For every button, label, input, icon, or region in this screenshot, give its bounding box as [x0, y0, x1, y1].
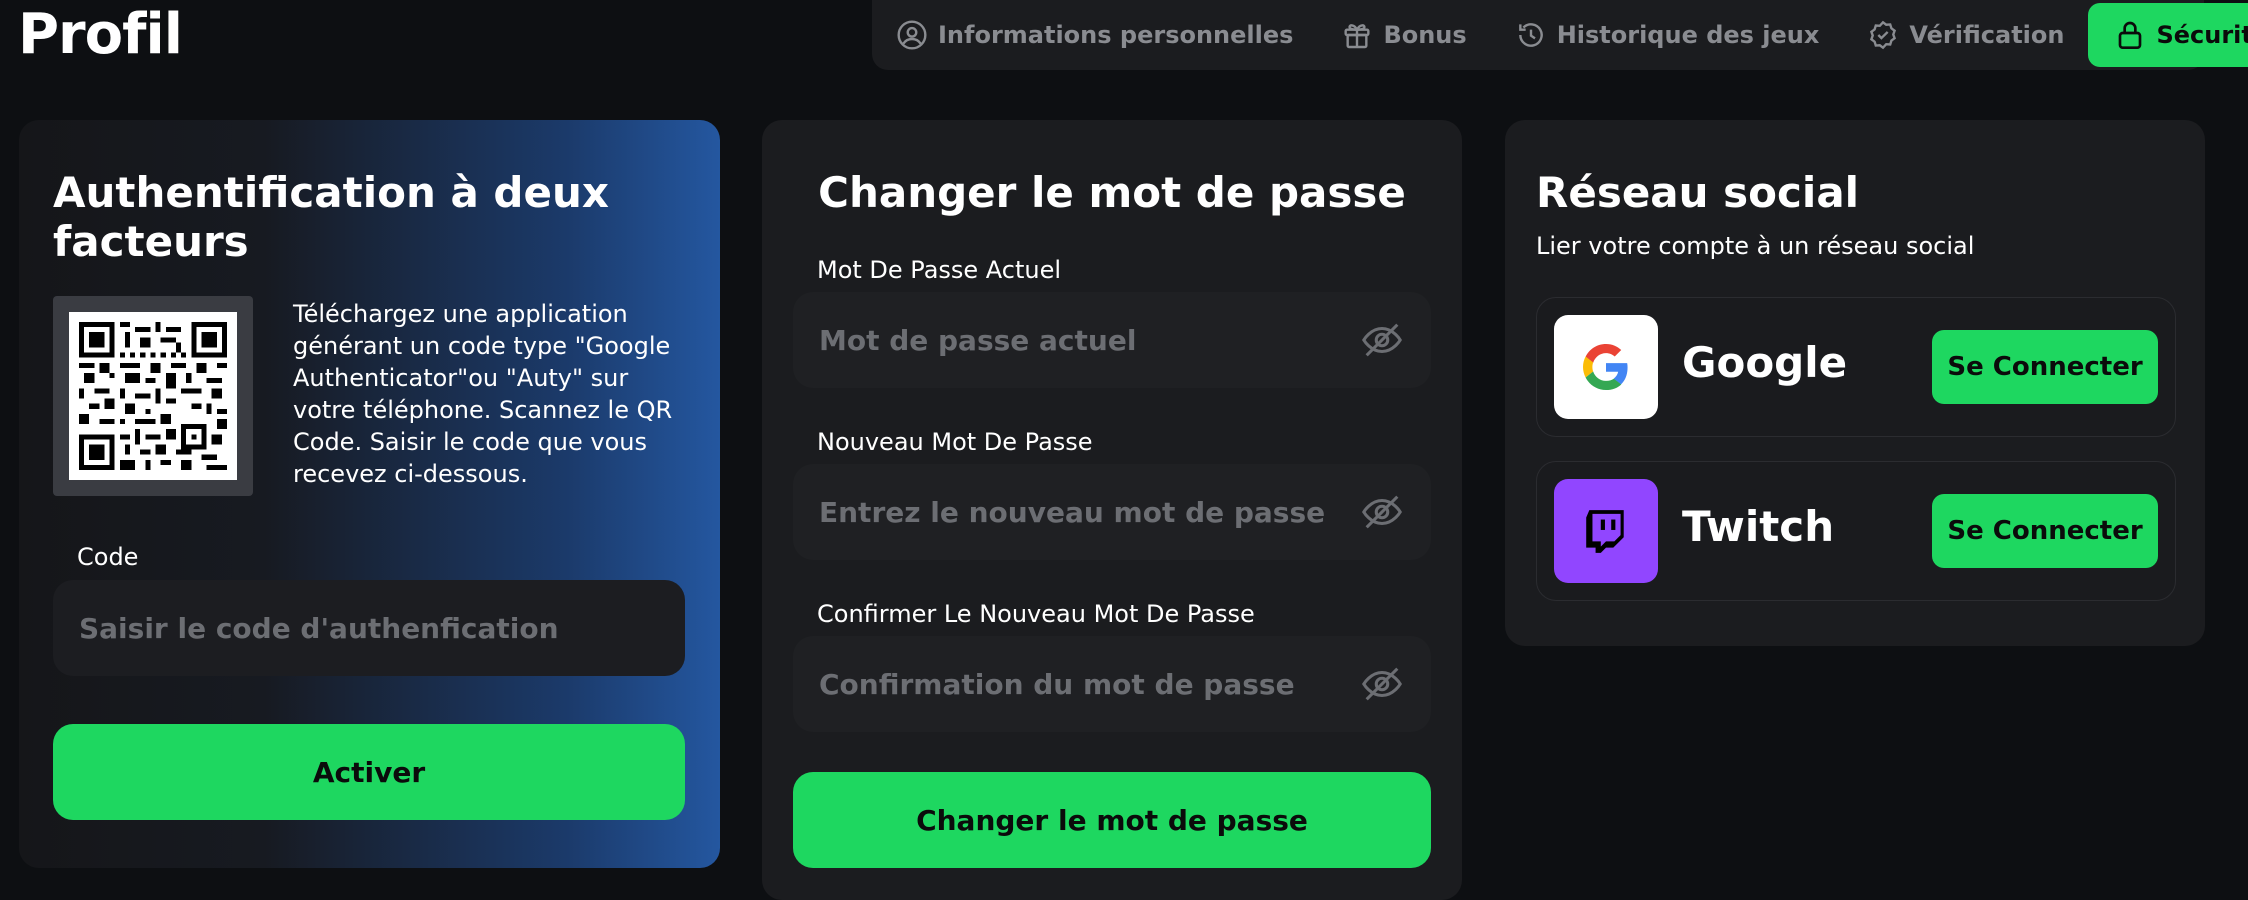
tab-verification[interactable]: Vérification — [1843, 4, 2088, 66]
profile-tabs: Informations personnelles Bonus Historiq… — [872, 0, 2248, 70]
two-factor-description: Téléchargez une application générant un … — [293, 300, 673, 488]
gift-icon — [1344, 24, 1370, 49]
change-password-card: Changer le mot de passe Mot De Passe Act… — [762, 120, 1462, 900]
new-password-wrapper — [793, 464, 1431, 560]
tab-personal-info[interactable]: Informations personnelles — [896, 4, 1317, 66]
code-field-wrapper — [53, 580, 685, 676]
new-password-label: Nouveau Mot De Passe — [817, 428, 1093, 456]
activate-button[interactable]: Activer — [53, 724, 685, 820]
qr-code-frame — [53, 296, 253, 496]
change-password-title: Changer le mot de passe — [818, 168, 1406, 217]
confirm-password-label: Confirmer Le Nouveau Mot De Passe — [817, 600, 1255, 628]
social-row-twitch: Twitch Se Connecter — [1536, 461, 2176, 601]
tab-game-history[interactable]: Historique des jeux — [1491, 4, 1844, 66]
social-network-card: Réseau social Lier votre compte à un rés… — [1505, 120, 2205, 646]
page-title: Profil — [18, 2, 183, 67]
social-subtitle: Lier votre compte à un réseau social — [1536, 232, 1975, 260]
history-icon — [1518, 23, 1543, 47]
two-factor-title: Authentification à deux facteurs — [53, 168, 609, 266]
tab-label: Historique des jeux — [1556, 21, 1820, 49]
new-password-input[interactable] — [819, 495, 1359, 529]
lock-icon — [2119, 21, 2142, 49]
current-password-input[interactable] — [819, 323, 1359, 357]
confirm-password-wrapper — [793, 636, 1431, 732]
tab-label: Vérification — [1909, 21, 2065, 49]
eye-off-icon[interactable] — [1359, 661, 1405, 707]
provider-name-google: Google — [1682, 338, 1848, 387]
social-row-google: Google Se Connecter — [1536, 297, 2176, 437]
code-input[interactable] — [79, 611, 659, 645]
tab-label: Bonus — [1383, 21, 1467, 49]
change-password-button[interactable]: Changer le mot de passe — [793, 772, 1431, 868]
twitch-icon — [1586, 510, 1624, 553]
code-label: Code — [77, 543, 139, 571]
google-icon — [1583, 344, 1628, 390]
confirm-password-input[interactable] — [819, 667, 1359, 701]
tab-label: Informations personnelles — [938, 21, 1294, 49]
tab-security[interactable]: Sécurité — [2088, 3, 2248, 67]
google-connect-button[interactable]: Se Connecter — [1932, 330, 2158, 404]
user-circle-icon — [897, 20, 927, 50]
badge-check-icon — [1870, 20, 1897, 50]
eye-off-icon[interactable] — [1359, 489, 1405, 535]
twitch-connect-button[interactable]: Se Connecter — [1932, 494, 2158, 568]
tab-label: Sécurité — [2156, 21, 2248, 49]
qr-code-icon — [79, 322, 227, 470]
current-password-label: Mot De Passe Actuel — [817, 256, 1062, 284]
social-title: Réseau social — [1536, 168, 1860, 217]
eye-off-icon[interactable] — [1359, 317, 1405, 363]
provider-name-twitch: Twitch — [1682, 502, 1835, 551]
two-factor-card: Authentification à deux facteurs Télécha… — [19, 120, 720, 868]
tab-bonus[interactable]: Bonus — [1317, 4, 1490, 66]
current-password-wrapper — [793, 292, 1431, 388]
twitch-logo — [1554, 479, 1658, 583]
google-logo — [1554, 315, 1658, 419]
